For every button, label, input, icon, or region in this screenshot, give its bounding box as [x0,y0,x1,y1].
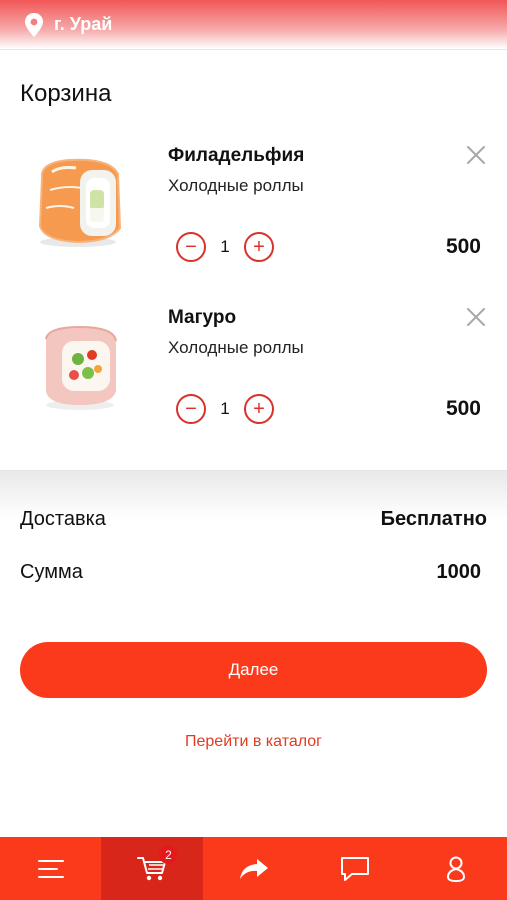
remove-item-icon[interactable] [465,144,487,166]
item-name: Магуро [168,307,237,328]
cart-list: Корзина Филадельфия Холодные роллы − 1 +… [0,50,507,470]
product-image [38,158,122,247]
next-button[interactable]: Далее [20,642,487,698]
item-price: 500 [445,235,481,258]
delivery-label: Доставка [20,508,106,530]
total-row: Сумма 1000 [20,561,487,584]
location-pin-icon [25,12,43,37]
delivery-row: Доставка Бесплатно [20,508,487,531]
quantity-value: 1 [220,237,230,256]
product-image [45,325,117,410]
city-label: г. Урай [54,14,113,34]
profile-icon [447,856,466,882]
chat-icon [340,856,369,881]
quantity-stepper: − 1 + [176,393,274,425]
share-icon [239,858,268,879]
increase-quantity-button[interactable]: + [244,232,274,262]
nav-profile[interactable] [406,837,507,900]
go-to-catalog-link[interactable]: Перейти в каталог [0,733,507,751]
item-category: Холодные роллы [168,176,304,195]
nav-cart[interactable]: 2 [101,837,203,900]
bottom-nav: 2 [0,837,507,900]
nav-share[interactable] [203,837,304,900]
quantity-value: 1 [220,399,230,418]
location-bar[interactable]: г. Урай [0,0,507,50]
nav-menu[interactable] [0,837,101,900]
item-category: Холодные роллы [168,338,304,357]
page-title: Корзина [20,80,112,107]
order-summary: Доставка Бесплатно Сумма 1000 [0,470,507,610]
total-value: 1000 [436,561,482,583]
nav-chat[interactable] [304,837,405,900]
quantity-stepper: − 1 + [176,231,274,263]
delivery-value: Бесплатно [380,508,487,530]
total-label: Сумма [20,561,83,583]
item-price: 500 [445,397,481,420]
cart-item: Филадельфия Холодные роллы − 1 + 500 [0,135,507,285]
cart-item: Магуро Холодные роллы − 1 + 500 [0,297,507,447]
cart-count-badge: 2 [159,846,178,864]
remove-item-icon[interactable] [465,306,487,328]
item-name: Филадельфия [168,145,305,166]
menu-icon [37,859,64,878]
decrease-quantity-button[interactable]: − [176,232,206,262]
decrease-quantity-button[interactable]: − [176,394,206,424]
increase-quantity-button[interactable]: + [244,394,274,424]
